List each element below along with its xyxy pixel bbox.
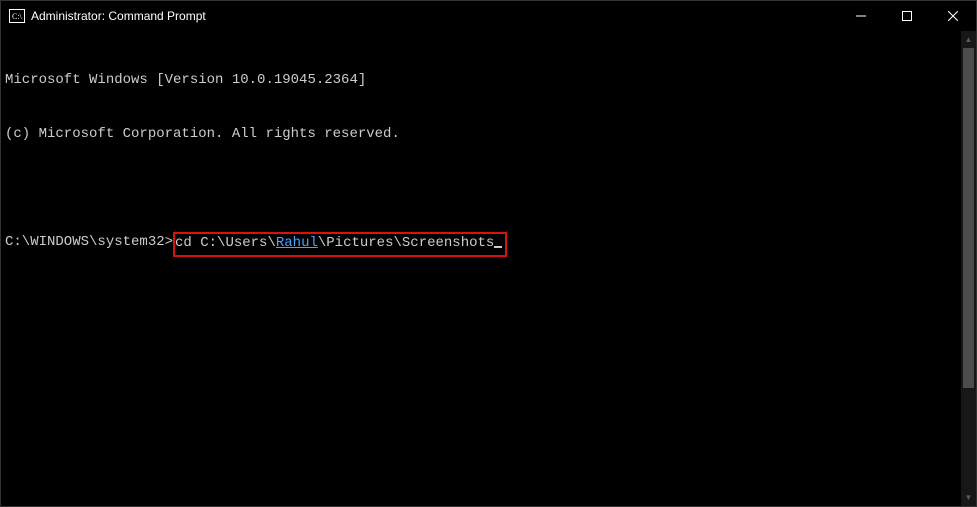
maximize-button[interactable] [884, 1, 930, 31]
cmd-icon: C:\ [9, 8, 25, 24]
text-cursor [494, 246, 502, 248]
scroll-up-button[interactable]: ▲ [961, 31, 976, 48]
prompt-line: C:\WINDOWS\system32>cd C:\Users\Rahul\Pi… [5, 233, 961, 257]
close-button[interactable] [930, 1, 976, 31]
copyright-line: (c) Microsoft Corporation. All rights re… [5, 125, 961, 143]
vertical-scrollbar[interactable]: ▲ ▼ [961, 31, 976, 506]
blank-line [5, 179, 961, 197]
command-highlight: cd C:\Users\Rahul\Pictures\Screenshots [173, 232, 507, 257]
command-pre: cd C:\Users\ [175, 235, 276, 251]
prompt-text: C:\WINDOWS\system32> [5, 233, 173, 257]
command-prompt-window: C:\ Administrator: Command Prompt Micros… [0, 0, 977, 507]
titlebar[interactable]: C:\ Administrator: Command Prompt [1, 1, 976, 31]
client-area: Microsoft Windows [Version 10.0.19045.23… [1, 31, 976, 506]
window-title: Administrator: Command Prompt [31, 9, 206, 23]
command-post: \Pictures\Screenshots [318, 235, 494, 251]
terminal-output[interactable]: Microsoft Windows [Version 10.0.19045.23… [1, 31, 961, 506]
scroll-thumb[interactable] [963, 48, 974, 388]
scroll-down-button[interactable]: ▼ [961, 489, 976, 506]
svg-text:C:\: C:\ [12, 12, 23, 21]
version-line: Microsoft Windows [Version 10.0.19045.23… [5, 71, 961, 89]
minimize-button[interactable] [838, 1, 884, 31]
command-user: Rahul [276, 235, 318, 251]
